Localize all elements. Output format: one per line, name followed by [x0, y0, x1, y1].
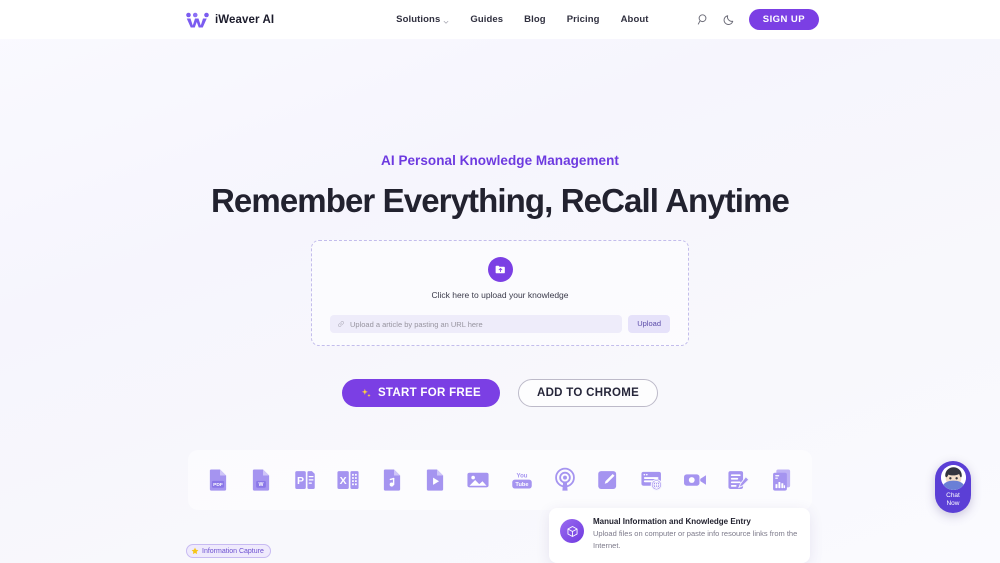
info-card[interactable]: Manual Information and Knowledge Entry U… [549, 508, 810, 563]
star-icon [191, 547, 199, 555]
page-title: Remember Everything, ReCall Anytime [211, 182, 790, 219]
chat-widget[interactable]: Chat Now [935, 461, 971, 513]
cta-row: START FOR FREE ADD TO CHROME [0, 379, 1000, 407]
chat-avatar-icon [940, 465, 966, 490]
add-to-chrome-button[interactable]: ADD TO CHROME [517, 379, 659, 407]
info-card-title: Manual Information and Knowledge Entry [593, 517, 751, 526]
link-icon [337, 320, 345, 328]
moon-icon[interactable] [723, 13, 736, 26]
nav-item-guides[interactable]: Guides [470, 14, 503, 25]
report-chart-icon[interactable] [769, 467, 795, 493]
info-card-text: Manual Information and Knowledge Entry U… [593, 517, 799, 554]
nav-item-pricing[interactable]: Pricing [567, 14, 600, 25]
podcast-icon[interactable] [552, 467, 578, 493]
hero-section: AI Personal Knowledge Management Remembe… [0, 153, 1000, 510]
svg-text:Tube: Tube [515, 482, 528, 488]
nav-item-solutions[interactable]: Solutions [396, 14, 449, 25]
svg-text:X: X [340, 475, 347, 487]
brand-logo[interactable]: iWeaver AI [186, 12, 274, 28]
brand-name: iWeaver AI [215, 13, 275, 26]
chat-label-line1: Chat [946, 492, 960, 499]
svg-text:W: W [259, 482, 264, 488]
search-icon[interactable] [697, 13, 710, 26]
video-camera-icon[interactable] [682, 467, 708, 493]
info-card-description: Upload files on computer or paste info r… [593, 529, 798, 550]
chevron-down-icon [443, 17, 449, 24]
status-badge[interactable]: Information Capture [186, 544, 271, 558]
hero-eyebrow: AI Personal Knowledge Management [381, 153, 619, 168]
url-input-placeholder: Upload a article by pasting an URL here [350, 319, 483, 329]
word-file-icon[interactable]: W [248, 467, 274, 493]
weaver-w-logo-icon [186, 12, 209, 28]
youtube-icon[interactable]: You Tube [509, 467, 535, 493]
upload-prompt-text: Click here to upload your knowledge [431, 290, 569, 300]
upload-dropzone[interactable]: Click here to upload your knowledge Uplo… [311, 240, 689, 346]
upload-folder-icon [487, 257, 513, 282]
sign-up-button[interactable]: SIGN UP [748, 8, 819, 31]
note-edit-icon[interactable] [595, 467, 621, 493]
chat-label-line2: Now [946, 500, 960, 508]
cube-icon [560, 519, 584, 543]
nav-item-about[interactable]: About [621, 14, 649, 25]
main-nav: Solutions Guides Blog Pricing About [396, 14, 648, 25]
start-for-free-button[interactable]: START FOR FREE [341, 379, 500, 407]
svg-text:PDF: PDF [213, 482, 223, 488]
url-input-row: Upload a article by pasting an URL here … [330, 315, 670, 333]
document-edit-icon[interactable] [726, 467, 752, 493]
header-actions: SIGN UP [697, 8, 819, 31]
pdf-file-icon[interactable]: PDF [205, 467, 231, 493]
sparkle-icon [361, 388, 372, 399]
excel-file-icon[interactable]: X [335, 467, 361, 493]
nav-item-blog[interactable]: Blog [524, 14, 546, 25]
upload-submit-button[interactable]: Upload [628, 315, 670, 333]
start-for-free-label: START FOR FREE [377, 387, 481, 399]
audio-file-icon[interactable] [379, 467, 405, 493]
image-file-icon[interactable] [465, 467, 491, 493]
svg-text:You: You [516, 473, 527, 480]
video-file-icon[interactable] [422, 467, 448, 493]
url-input[interactable]: Upload a article by pasting an URL here [330, 315, 623, 333]
webpage-globe-icon[interactable] [639, 467, 665, 493]
powerpoint-file-icon[interactable]: P [292, 467, 318, 493]
site-header: iWeaver AI Solutions Guides Blog Pricing… [0, 0, 1000, 39]
chat-widget-label: Chat Now [946, 492, 960, 508]
nav-item-label: Solutions [396, 14, 441, 25]
svg-text:P: P [297, 475, 304, 487]
supported-file-types-strip: PDF W P X You Tube [188, 450, 812, 510]
status-badge-label: Information Capture [202, 547, 264, 555]
